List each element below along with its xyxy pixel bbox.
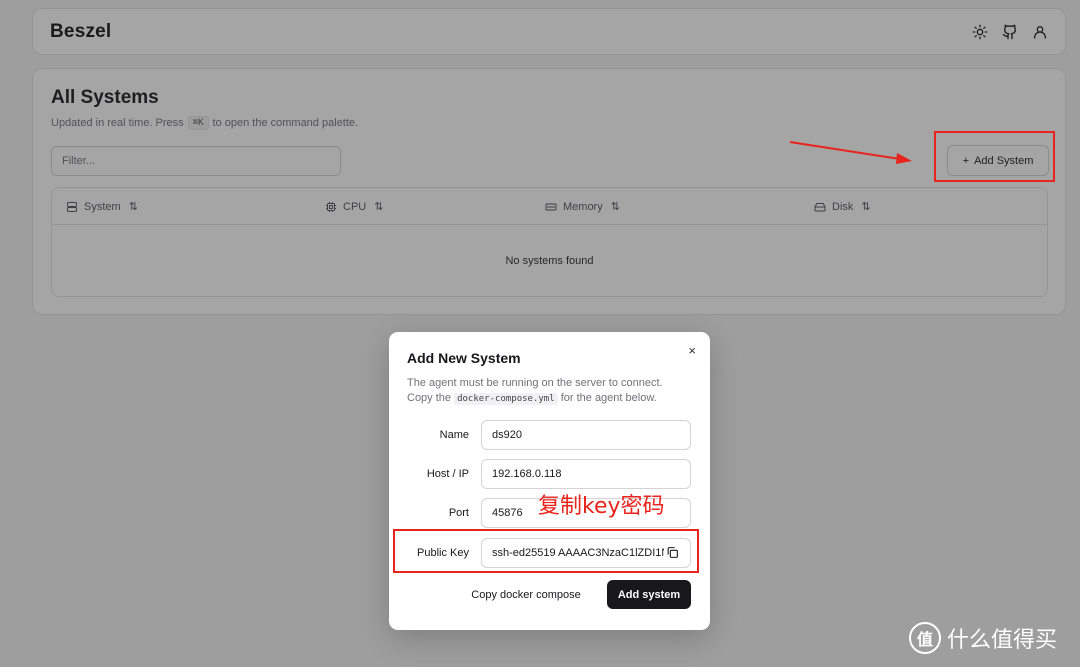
watermark-text: 什么值得买 <box>947 628 1058 653</box>
annotation-arrow <box>789 141 912 164</box>
annotation-text: 复制key密码 <box>538 494 665 519</box>
watermark-logo: 值 <box>909 622 941 654</box>
watermark: 值 什么值得买 <box>909 622 1057 654</box>
